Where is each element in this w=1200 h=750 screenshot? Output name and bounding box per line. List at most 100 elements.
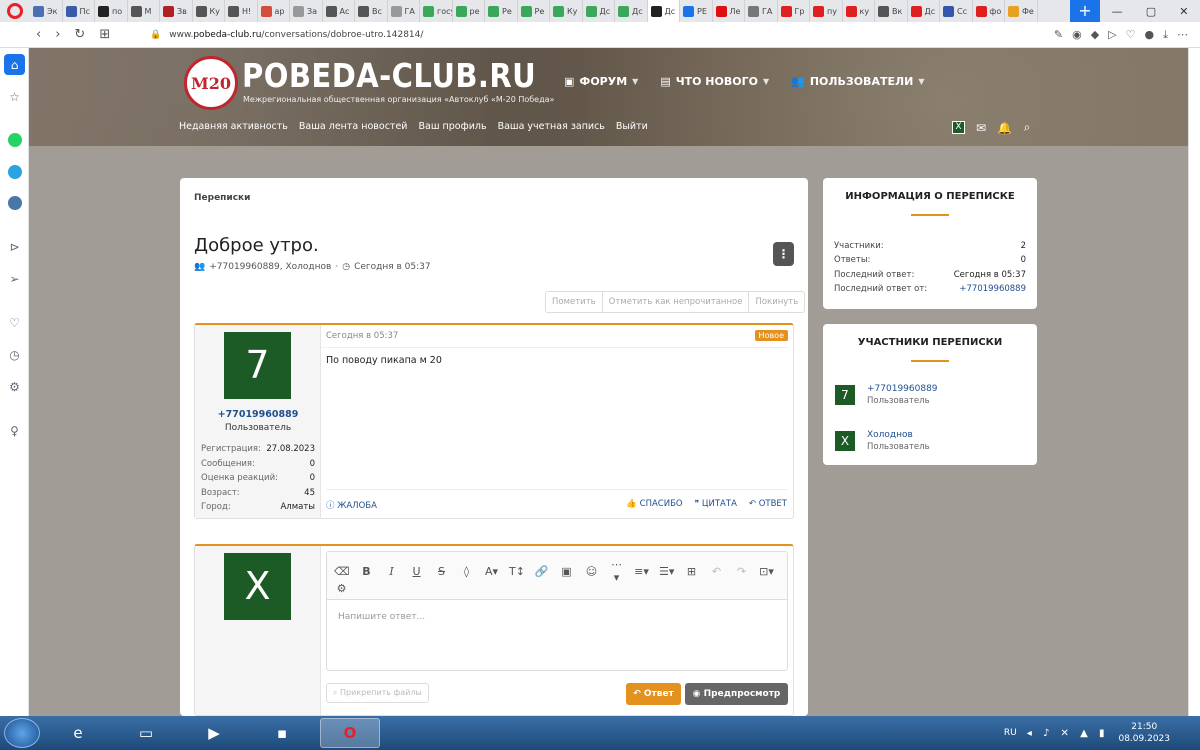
avatar[interactable]: X [224,553,291,620]
browser-tab[interactable]: ГА [745,0,778,22]
breadcrumb[interactable]: Переписки [194,193,250,203]
browser-tab[interactable]: Дс [583,0,615,22]
more-icon[interactable]: ⋯ [1177,28,1188,42]
browser-tab[interactable]: пу [810,0,843,22]
browser-tab[interactable]: по [95,0,128,22]
whatsapp-icon[interactable] [4,129,25,150]
emoji-icon[interactable]: ☺ [584,565,599,578]
gear-icon[interactable]: ⚙ [334,582,349,595]
edit-icon[interactable]: ✎ [1054,28,1063,42]
subnav-account[interactable]: Ваша учетная запись [498,121,605,132]
subnav-recent-activity[interactable]: Недавняя активность [179,121,288,132]
browser-tab[interactable]: М [128,0,160,22]
speed-dial-icon[interactable]: ⊞ [99,27,110,42]
bold-icon[interactable]: B [359,565,374,578]
history-icon[interactable]: ◷ [4,344,25,365]
strikethrough-icon[interactable]: S [434,565,449,578]
clear-format-icon[interactable]: ⌫ [334,565,350,578]
report-link[interactable]: ⓘ ЖАЛОБА [326,499,377,511]
folder-icon[interactable]: ▭ [116,718,176,748]
vk-icon[interactable] [4,192,25,213]
preview-button[interactable]: ◉ Предпросмотр [685,683,788,705]
language-indicator[interactable]: RU [1004,728,1017,738]
browser-tab[interactable]: Вс [355,0,388,22]
table-icon[interactable]: ⊞ [684,565,699,578]
account-avatar[interactable]: X [952,121,965,134]
underline-icon[interactable]: U [409,565,424,578]
browser-tab[interactable]: Ку [550,0,583,22]
camera-icon[interactable]: ◉ [1072,28,1082,42]
browser-tab[interactable]: Ку [193,0,225,22]
browser-tab[interactable]: Сс [940,0,973,22]
browser-tab[interactable]: ГА [388,0,420,22]
avatar[interactable]: X [835,431,855,451]
undo-icon[interactable]: ↶ [709,565,724,578]
heart-icon[interactable]: ♡ [1126,28,1136,42]
browser-tab[interactable]: За [290,0,323,22]
scrollbar[interactable] [1188,48,1200,716]
browser-tab[interactable]: Ре [485,0,518,22]
browser-tab[interactable]: ар [258,0,290,22]
browser-tab[interactable]: Дс [615,0,648,22]
reply-input[interactable]: Напишите ответ... [327,600,787,672]
nav-forum[interactable]: ▣ ФОРУМ ▼ [564,75,638,88]
browser-tab[interactable]: Ле [713,0,745,22]
telegram-icon[interactable] [4,161,25,182]
browser-tab[interactable]: Ас [323,0,355,22]
browser-menu-button[interactable] [0,0,30,22]
browser-tab[interactable]: ре [453,0,485,22]
like-button[interactable]: 👍 СПАСИБО [626,499,682,509]
media-player-icon[interactable]: ▶ [184,718,244,748]
start-button[interactable] [4,718,40,748]
browser-tab[interactable]: Фе [1005,0,1038,22]
list-icon[interactable]: ☰▾ [659,565,674,578]
settings-icon[interactable]: ⚙ [4,376,25,397]
subnav-profile[interactable]: Ваш профиль [418,121,486,132]
reply-button[interactable]: ↶ ОТВЕТ [749,499,787,509]
avatar[interactable]: 7 [835,385,855,405]
mark-button[interactable]: Пометить [546,292,603,312]
minimize-icon[interactable]: — [1112,5,1123,18]
close-icon[interactable]: ✕ [1179,5,1188,18]
url-field[interactable]: 🔒 www.pobeda-club.ru/conversations/dobro… [150,30,423,40]
message-username[interactable]: +77019960889 [195,409,321,420]
star-icon[interactable]: ☆ [4,86,25,107]
subnav-logout[interactable]: Выйти [616,121,648,132]
opera-icon[interactable]: O [320,718,380,748]
profile-icon[interactable]: ● [1145,28,1155,42]
more-icon[interactable]: ⋯▾ [609,558,624,584]
reload-icon[interactable]: ↻ [74,27,85,42]
play-icon[interactable]: ▷ [1108,28,1116,42]
browser-tab[interactable]: Эк [30,0,63,22]
search-icon[interactable]: ⌕ [1020,120,1034,135]
browser-tab[interactable]: фо [973,0,1005,22]
send-icon[interactable]: ➢ [4,268,25,289]
nav-users[interactable]: 👥 ПОЛЬЗОВАТЕЛИ ▼ [791,75,924,88]
subnav-news-feed[interactable]: Ваша лента новостей [299,121,408,132]
attach-files-button[interactable]: ⌕ Прикрепить файлы [326,683,429,703]
browser-tab[interactable]: Дс [908,0,940,22]
clock[interactable]: 21:50 08.09.2023 [1118,721,1170,745]
maximize-icon[interactable]: ▢ [1146,5,1156,18]
browser-tab[interactable]: Н! [225,0,258,22]
font-size-icon[interactable]: T↕ [509,565,525,578]
player-icon[interactable]: ⊳ [4,236,25,257]
browser-tab[interactable]: Ре [518,0,550,22]
heart-icon[interactable]: ♡ [4,312,25,333]
browser-tab[interactable]: Пс [63,0,95,22]
info-value[interactable]: +77019960889 [959,282,1026,296]
message-date[interactable]: Сегодня в 05:37 [326,331,398,341]
mark-unread-button[interactable]: Отметить как непрочитанное [603,292,750,312]
tips-icon[interactable]: ♀ [4,420,25,441]
download-icon[interactable]: ⤓ [1163,28,1168,42]
participant-name[interactable]: +77019960889 [867,384,938,394]
browser-tab[interactable]: госу [420,0,453,22]
ie-icon[interactable]: e [48,718,108,748]
forward-icon[interactable]: › [55,27,60,42]
tray-icons[interactable]: ◂ ♪ ✕ ▲ ▮ [1027,728,1109,739]
site-logo[interactable]: М20 [184,56,238,110]
vpn-icon[interactable]: ◆ [1091,28,1099,42]
browser-tab[interactable]: РЕ [680,0,713,22]
floppy-icon[interactable]: ▪ [252,718,312,748]
browser-tab[interactable]: Гр [778,0,810,22]
